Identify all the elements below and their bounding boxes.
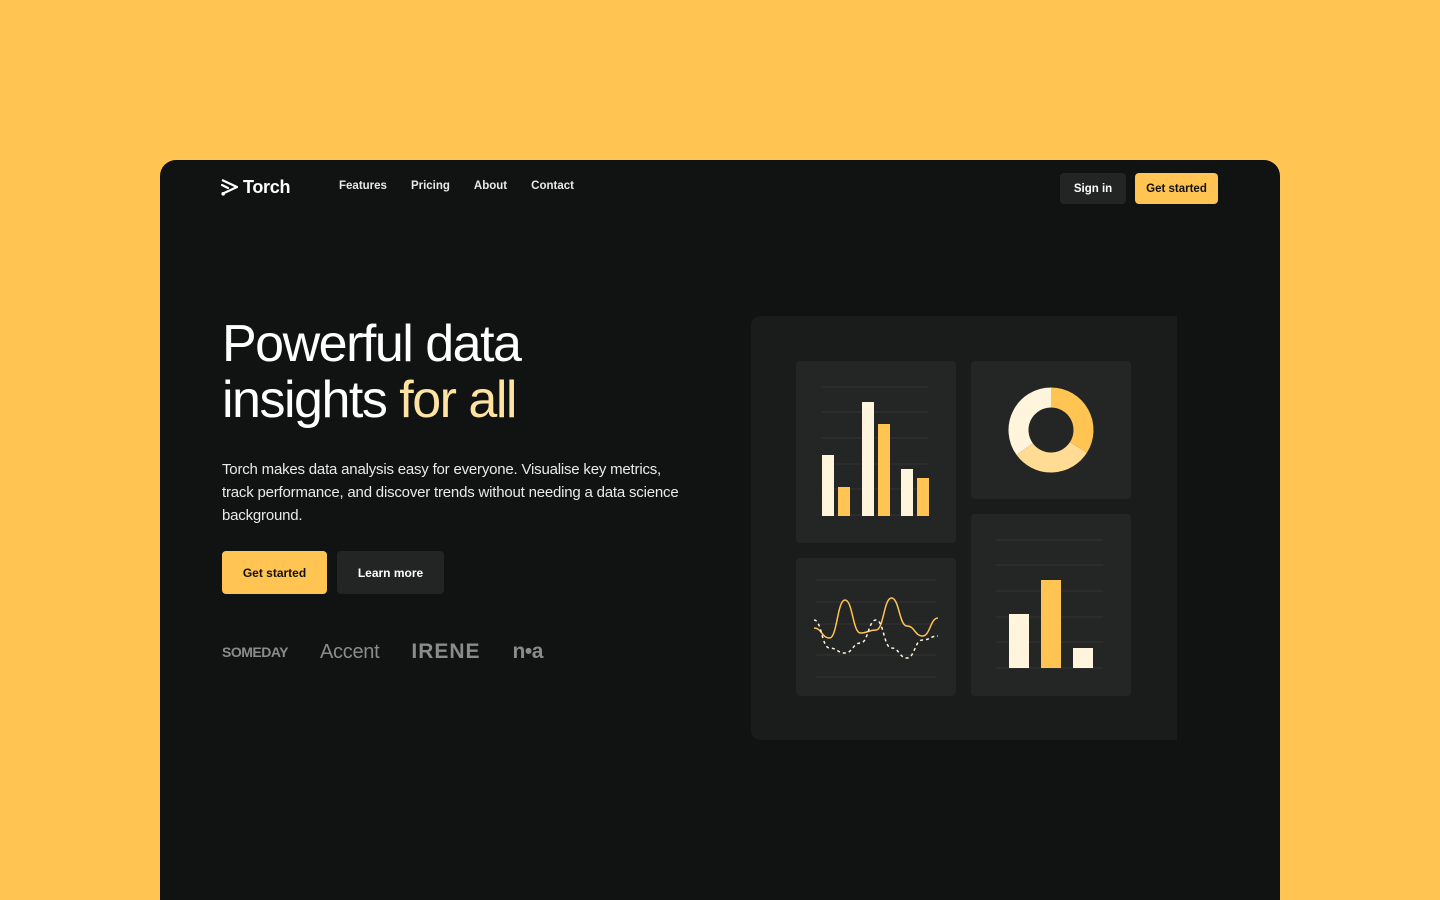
bar xyxy=(917,478,929,516)
dashboard-illustration xyxy=(751,316,1177,740)
bar-chart-tall xyxy=(821,386,929,516)
brand-logo[interactable]: Torch xyxy=(221,177,290,198)
brand-name: Torch xyxy=(243,177,291,197)
brand-logos: SOMEDAY Accent IRENE n•a xyxy=(222,640,575,664)
app-window: Torch Features Pricing About Contact Sig… xyxy=(160,160,1280,900)
bar xyxy=(822,455,834,516)
pie-slice xyxy=(1050,387,1094,453)
hero-description: Torch makes data analysis easy for every… xyxy=(222,461,679,524)
top-navigation: Torch Features Pricing About Contact Sig… xyxy=(160,160,1280,216)
nav-links: Features Pricing About Contact xyxy=(339,180,598,192)
bar xyxy=(862,402,874,516)
bar xyxy=(1073,648,1093,668)
learn-more-button[interactable]: Learn more xyxy=(337,551,444,594)
donut-chart xyxy=(1008,387,1094,473)
line-chart-card xyxy=(796,558,956,696)
hero-title-line2: insights xyxy=(222,371,400,429)
pie-slice xyxy=(1008,387,1052,455)
nav-link-features[interactable]: Features xyxy=(339,180,387,192)
torch-signal-icon xyxy=(221,179,238,196)
bar xyxy=(1009,614,1029,668)
bar xyxy=(901,469,913,516)
line-chart xyxy=(813,579,939,678)
nav-link-pricing[interactable]: Pricing xyxy=(411,180,450,192)
bar-chart-card xyxy=(796,361,956,543)
nav-link-contact[interactable]: Contact xyxy=(531,180,574,192)
brand-logo-accent: Accent xyxy=(320,640,380,663)
line-series xyxy=(813,597,939,639)
hero-title-line1: Powerful data xyxy=(222,315,522,373)
nav-link-about[interactable]: About xyxy=(474,180,507,192)
bar xyxy=(878,424,890,516)
bar xyxy=(838,487,850,516)
brand-logo-na: n•a xyxy=(512,640,544,663)
pie-slice xyxy=(1016,441,1087,473)
bar-chart-short xyxy=(996,539,1103,669)
bar xyxy=(1041,580,1061,668)
hero-title: Powerful data insights for all xyxy=(222,316,662,428)
brand-logo-someday: SOMEDAY xyxy=(222,644,289,660)
hero-title-accent: for all xyxy=(399,371,517,429)
bar-chart-small-card xyxy=(971,514,1131,696)
nav-get-started-button[interactable]: Get started xyxy=(1135,173,1218,204)
donut-chart-card xyxy=(971,361,1131,499)
brand-logo-irene: IRENE xyxy=(411,640,481,663)
line-series xyxy=(813,619,939,659)
sign-in-button[interactable]: Sign in xyxy=(1060,173,1126,204)
hero-get-started-button[interactable]: Get started xyxy=(222,551,327,594)
